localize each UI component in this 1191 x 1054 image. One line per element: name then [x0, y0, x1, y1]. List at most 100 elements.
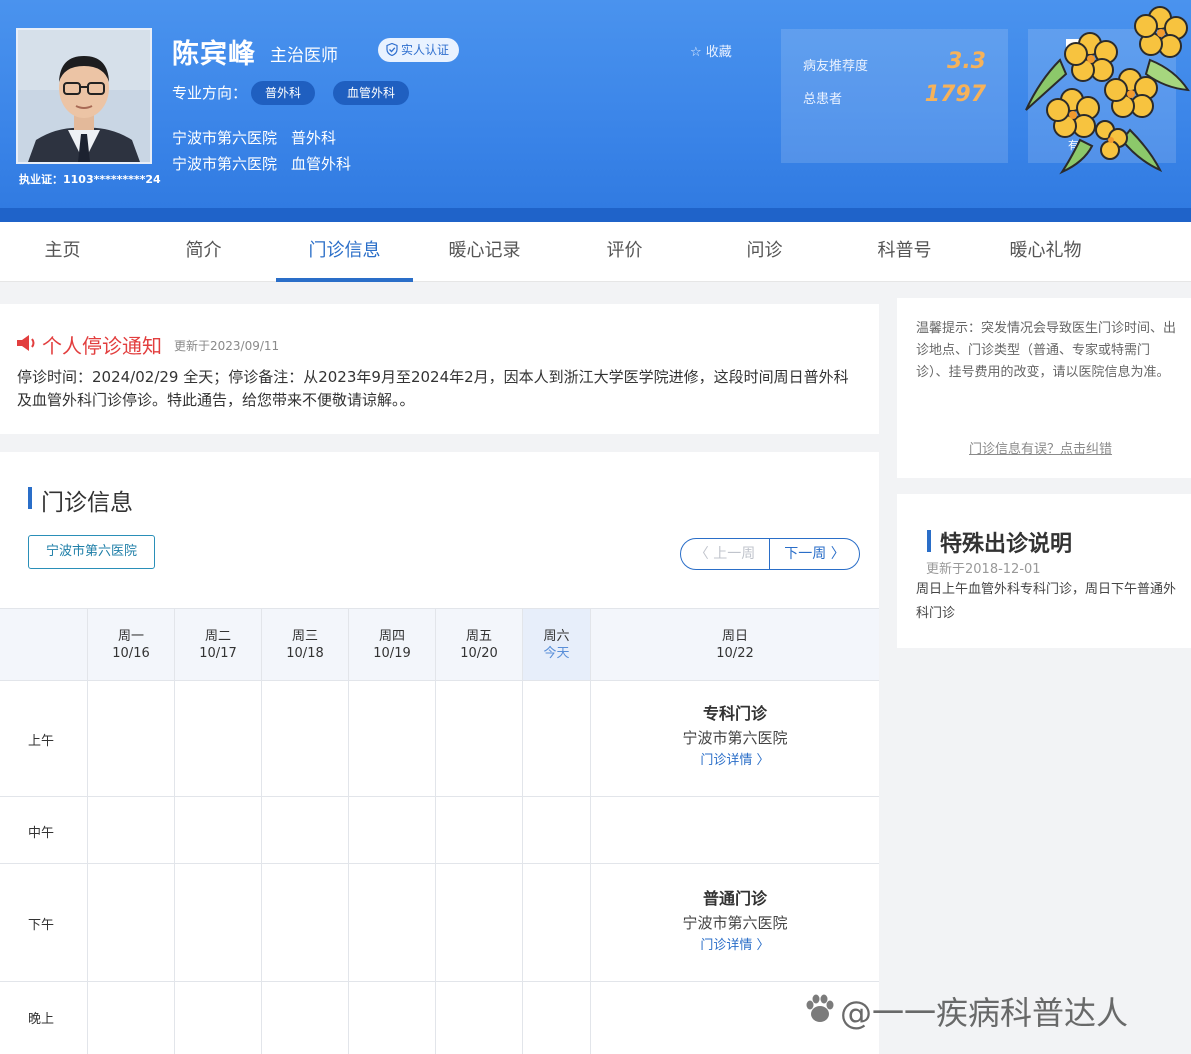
clinic-detail-link[interactable]: 门诊详情 〉 — [591, 935, 879, 957]
day-header-mon: 周一 10/16 — [88, 608, 175, 680]
doctor-avatar — [16, 28, 152, 164]
grid-line — [348, 680, 349, 1054]
grid-line — [0, 680, 879, 681]
affiliation-hospital[interactable]: 宁波市第六医院 — [172, 155, 277, 173]
affiliation-2: 宁波市第六医院 血管外科 — [172, 153, 365, 174]
paw-logo-icon — [806, 994, 834, 1022]
recommend-label: 病友推荐度 — [803, 59, 869, 74]
specialty-label: 专业方向： — [172, 84, 248, 102]
tab-intro[interactable]: 简介 — [135, 222, 272, 282]
grid-line — [0, 608, 879, 609]
header-bottom-bar — [0, 208, 1191, 222]
notice-title: 个人停诊通知 — [42, 334, 162, 358]
weekday: 周六 — [543, 629, 570, 644]
stats-panel: 病友推荐度 3.3 总患者 1797 — [781, 29, 1008, 163]
special-body: 周日上午血管外科专科门诊，周日下午普通外科门诊 — [916, 582, 1177, 621]
weekday: 周日 — [721, 629, 748, 644]
date: 10/17 — [199, 646, 237, 661]
weekday: 周五 — [465, 629, 492, 644]
main-nav: 主页 简介 门诊信息 暖心记录 评价 问诊 科普号 暖心礼物 — [0, 222, 1191, 282]
special-title: 特殊出诊说明 — [940, 532, 1073, 557]
report-error-link[interactable]: 门诊信息有误？点击纠错 — [969, 438, 1112, 457]
clinic-type: 普通门诊 — [702, 889, 767, 908]
clinic-type: 专科门诊 — [702, 704, 767, 723]
clinic-hospital: 宁波市第六医院 — [682, 914, 788, 932]
flower-sticker-icon — [1025, 6, 1190, 175]
grid-line — [0, 863, 879, 864]
week-switcher: 〈 上一周 下一周 〉 — [680, 538, 860, 570]
tab-label: 门诊信息 — [308, 240, 381, 261]
active-tab-underline — [276, 278, 413, 282]
tab-label: 暖心记录 — [448, 240, 521, 261]
slot-afternoon: 下午 — [28, 918, 55, 933]
tab-clinic-info[interactable]: 门诊信息 — [276, 222, 413, 282]
tab-gifts[interactable]: 暖心礼物 — [977, 222, 1114, 282]
grid-line — [0, 981, 879, 982]
tab-label: 问诊 — [746, 240, 783, 261]
day-header-sun: 周日 10/22 — [591, 608, 879, 680]
affiliation-dept[interactable]: 血管外科 — [291, 155, 351, 173]
date: 今天 — [543, 646, 570, 661]
date: 10/22 — [716, 646, 754, 661]
day-header-tue: 周二 10/17 — [175, 608, 262, 680]
tab-home[interactable]: 主页 — [0, 222, 131, 282]
specialty-tag-general-surgery[interactable]: 普外科 — [251, 81, 316, 105]
tab-warm-records[interactable]: 暖心记录 — [416, 222, 553, 282]
tab-reviews[interactable]: 评价 — [556, 222, 693, 282]
date: 10/18 — [286, 646, 324, 661]
tab-label: 主页 — [44, 240, 81, 261]
tab-label: 评价 — [606, 240, 643, 261]
schedule-entry-sun-morning[interactable]: 专科门诊 宁波市第六医院 门诊详情 〉 — [591, 702, 879, 772]
clinic-hospital: 宁波市第六医院 — [682, 729, 788, 747]
grid-line — [261, 680, 262, 1054]
patients-label: 总患者 — [803, 92, 843, 107]
slot-evening: 晚上 — [28, 1012, 55, 1027]
hospital-filter-button[interactable]: 宁波市第六医院 — [28, 535, 155, 569]
specialty-tag-vascular-surgery[interactable]: 血管外科 — [333, 81, 410, 105]
grid-line — [87, 680, 88, 1054]
notice-updated: 更新于2023/09/11 — [174, 339, 280, 353]
prev-week-button[interactable]: 〈 上一周 — [681, 539, 770, 569]
grid-line — [435, 680, 436, 1054]
weekday: 周一 — [117, 629, 144, 644]
affiliation-dept[interactable]: 普外科 — [291, 129, 336, 147]
grid-line — [0, 796, 879, 797]
affiliation-1: 宁波市第六医院 普外科 — [172, 127, 350, 148]
notice-body: 停诊时间：2024/02/29 全天；停诊备注：从2023年9月至2024年2月… — [17, 368, 849, 409]
weekday: 周四 — [378, 629, 405, 644]
watermark-text: @一一疾病科普达人 — [840, 994, 1129, 1032]
special-updated: 更新于2018-12-01 — [926, 562, 1041, 577]
day-header-wed: 周三 10/18 — [262, 608, 349, 680]
header-corner — [0, 608, 88, 680]
tab-science[interactable]: 科普号 — [836, 222, 973, 282]
slot-noon: 中午 — [28, 826, 55, 841]
weekday: 周三 — [291, 629, 318, 644]
day-header-thu: 周四 10/19 — [349, 608, 436, 680]
clinic-title: 门诊信息 — [41, 490, 133, 516]
slot-morning: 上午 — [28, 734, 55, 749]
shield-check-icon — [386, 43, 398, 56]
doctor-title: 主治医师 — [270, 46, 338, 66]
schedule-table: 周一 10/16 周二 10/17 周三 10/18 周四 10/19 周五 10/20 … — [0, 608, 879, 1054]
clinic-detail-link[interactable]: 门诊详情 〉 — [591, 750, 879, 772]
title-accent-bar — [927, 530, 931, 552]
tab-label: 科普号 — [877, 240, 932, 261]
tips-text: 温馨提示：突发情况会导致医生门诊时间、出诊地点、门诊类型（普通、专家或特需门诊）… — [916, 321, 1177, 380]
recommend-value: 3.3 — [947, 49, 986, 74]
grid-line — [522, 680, 523, 1054]
schedule-entry-sun-afternoon[interactable]: 普通门诊 宁波市第六医院 门诊详情 〉 — [591, 887, 879, 957]
title-accent-bar — [28, 487, 32, 509]
patients-value: 1797 — [924, 82, 986, 107]
date: 10/16 — [112, 646, 150, 661]
favorite-button[interactable]: ☆ 收藏 — [690, 41, 732, 60]
tab-label: 暖心礼物 — [1009, 240, 1082, 261]
date: 10/19 — [373, 646, 411, 661]
verified-label: 实人认证 — [401, 43, 450, 57]
tab-consult[interactable]: 问诊 — [696, 222, 833, 282]
next-week-button[interactable]: 下一周 〉 — [770, 539, 859, 569]
date: 10/20 — [460, 646, 498, 661]
day-header-fri: 周五 10/20 — [436, 608, 523, 680]
weekday: 周二 — [204, 629, 231, 644]
verified-badge: 实人认证 — [378, 38, 460, 62]
affiliation-hospital[interactable]: 宁波市第六医院 — [172, 129, 277, 147]
